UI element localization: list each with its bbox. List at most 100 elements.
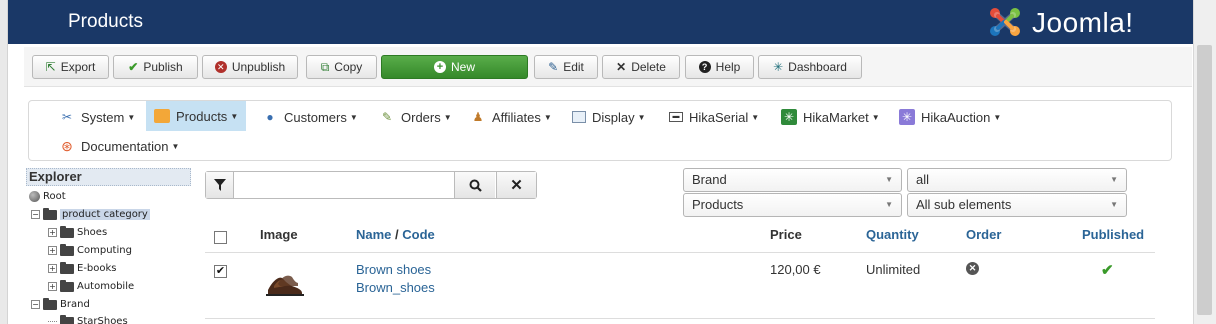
product-name-link[interactable]: Brown shoes (356, 262, 431, 277)
copy-button[interactable]: ⧉ Copy (306, 55, 377, 79)
folder-open-icon (43, 207, 57, 220)
product-thumbnail[interactable] (264, 268, 306, 300)
customers-icon: ● (266, 110, 274, 124)
menu-display[interactable]: Display ▼ (568, 102, 650, 132)
check-icon: ✔ (128, 60, 139, 74)
tree-starshoes-label: StarShoes (77, 316, 128, 324)
delete-order-icon[interactable]: ✕ (966, 262, 979, 275)
close-icon: ✕ (510, 177, 523, 194)
page: Products Joomla! ⇱ Export ✔ Publish ✕ Un… (0, 0, 1216, 324)
menu-hikamarket[interactable]: ✳ HikaMarket ▼ (777, 102, 884, 132)
chevron-down-icon: ▼ (1110, 175, 1118, 184)
menu-hikaauction[interactable]: ✳ HikaAuction ▼ (895, 102, 1005, 132)
chevron-down-icon: ▼ (230, 111, 239, 121)
expand-icon[interactable]: + (48, 246, 57, 255)
column-separator: / (391, 227, 403, 242)
copy-label: Copy (334, 60, 363, 74)
column-price: Price (770, 227, 802, 242)
tree-ebooks-label: E-books (77, 263, 117, 274)
published-check-icon[interactable]: ✔ (1101, 261, 1114, 279)
type-select[interactable]: Products ▼ (683, 193, 902, 217)
tree-product-category[interactable]: − product category (31, 206, 150, 223)
unpublish-button[interactable]: ✕ Unpublish (202, 55, 298, 79)
product-code-link[interactable]: Brown_shoes (356, 280, 435, 295)
delete-icon: ✕ (616, 60, 627, 74)
edit-button[interactable]: ✎ Edit (534, 55, 598, 79)
menu-system[interactable]: ✂ System ▼ (55, 102, 139, 132)
menu-documentation[interactable]: ⊛ Documentation ▼ (55, 131, 183, 161)
chevron-down-icon: ▼ (637, 112, 646, 122)
sort-code-link[interactable]: Code (402, 227, 435, 242)
folder-icon (60, 243, 74, 256)
chevron-down-icon: ▼ (885, 200, 893, 209)
export-label: Export (60, 60, 96, 74)
tree-automobile[interactable]: + Automobile (48, 278, 134, 295)
folder-icon (60, 225, 74, 238)
menu-hikaserial[interactable]: ▬ HikaSerial ▼ (665, 102, 763, 132)
menu-hikaserial-label: HikaSerial (689, 109, 749, 125)
dashboard-label: Dashboard (788, 60, 847, 74)
collapse-icon[interactable]: − (31, 210, 40, 219)
expand-icon[interactable]: + (48, 282, 57, 291)
brand-value-select[interactable]: all ▼ (907, 168, 1127, 192)
orders-icon: ✎ (381, 110, 393, 124)
menu-orders-label: Orders (401, 109, 441, 125)
help-label: Help (715, 60, 741, 74)
menu-products-label: Products (176, 108, 228, 124)
tree-shoes-label: Shoes (77, 227, 108, 238)
sort-order-link[interactable]: Order (966, 227, 1001, 242)
menu-orders[interactable]: ✎ Orders ▼ (375, 102, 456, 132)
column-name-code: Name / Code (356, 227, 435, 242)
edit-label: Edit (563, 60, 584, 74)
menu-hikamarket-label: HikaMarket (803, 109, 869, 125)
tree-ebooks[interactable]: + E-books (48, 260, 117, 277)
search-input[interactable] (235, 172, 453, 198)
brand-select[interactable]: Brand ▼ (683, 168, 902, 192)
sort-name-link[interactable]: Name (356, 227, 391, 242)
page-title: Products (68, 11, 143, 32)
menu-customers[interactable]: ● Customers ▼ (258, 102, 362, 132)
header-bar: Products Joomla! (8, 0, 1193, 44)
sort-quantity-link[interactable]: Quantity (866, 227, 919, 242)
menu-system-label: System (81, 109, 125, 125)
tree-starshoes[interactable]: StarShoes (48, 313, 128, 324)
clear-search-button[interactable]: ✕ (496, 172, 536, 198)
export-button[interactable]: ⇱ Export (32, 55, 109, 79)
chevron-down-icon: ▼ (443, 112, 452, 122)
new-button[interactable]: + New (381, 55, 528, 79)
tree-brand[interactable]: − Brand (31, 296, 90, 313)
tree-root[interactable]: Root (29, 188, 66, 205)
toolbar: ⇱ Export ✔ Publish ✕ Unpublish ⧉ Copy + … (24, 47, 1192, 87)
filter-button[interactable] (206, 172, 234, 198)
product-price: 120,00 € (770, 262, 821, 277)
chevron-down-icon: ▼ (543, 112, 552, 122)
display-icon (572, 111, 586, 123)
dashboard-button[interactable]: ✳ Dashboard (758, 55, 862, 79)
search-bar: ✕ (205, 171, 537, 199)
expand-icon[interactable]: + (48, 228, 57, 237)
brand-value-select-value: all (916, 172, 930, 187)
scrollbar-thumb[interactable] (1197, 45, 1212, 315)
publish-button[interactable]: ✔ Publish (113, 55, 198, 79)
chevron-down-icon: ▼ (1110, 200, 1118, 209)
copy-icon: ⧉ (320, 60, 330, 74)
sort-published-link[interactable]: Published (1082, 227, 1144, 242)
expand-icon[interactable]: + (48, 264, 57, 273)
tree-automobile-label: Automobile (77, 281, 135, 292)
chevron-down-icon: ▼ (751, 112, 760, 122)
delete-button[interactable]: ✕ Delete (602, 55, 680, 79)
search-button[interactable] (454, 172, 495, 198)
products-icon (154, 109, 170, 123)
menu-affiliates[interactable]: ♟ Affiliates ▼ (466, 102, 556, 132)
select-all-checkbox[interactable] (214, 231, 227, 244)
collapse-icon[interactable]: − (31, 300, 40, 309)
sub-elements-select[interactable]: All sub elements ▼ (907, 193, 1127, 217)
row-checkbox[interactable]: ✔ (214, 265, 227, 278)
help-button[interactable]: ? Help (685, 55, 754, 79)
menu-products[interactable]: Products ▼ (146, 101, 247, 131)
tree-shoes[interactable]: + Shoes (48, 224, 107, 241)
tree-connector (48, 321, 57, 322)
edit-icon: ✎ (548, 60, 559, 74)
sub-elements-select-value: All sub elements (916, 197, 1012, 212)
tree-computing[interactable]: + Computing (48, 242, 132, 259)
